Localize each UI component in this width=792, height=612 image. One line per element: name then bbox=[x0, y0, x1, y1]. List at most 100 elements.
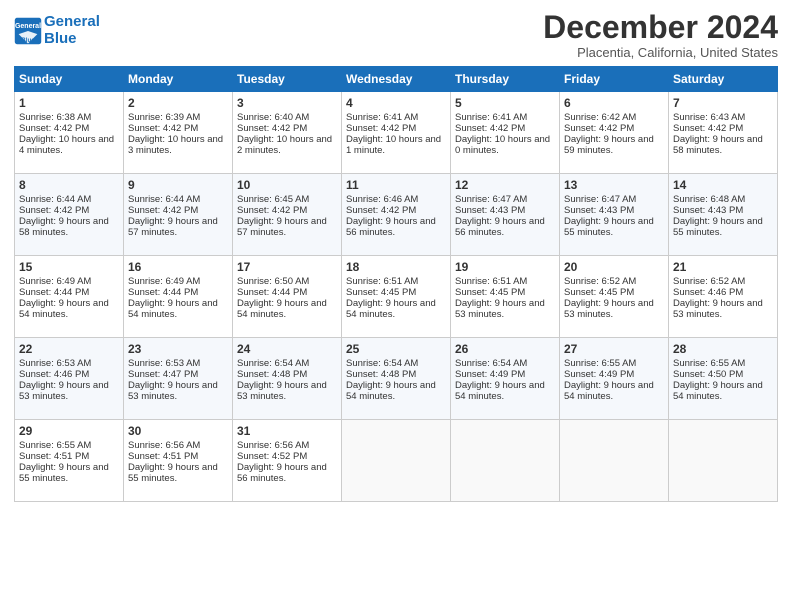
logo-line2: Blue bbox=[44, 30, 77, 47]
calendar-cell bbox=[560, 420, 669, 502]
calendar-cell: 10Sunrise: 6:45 AMSunset: 4:42 PMDayligh… bbox=[233, 174, 342, 256]
daylight-text: Daylight: 9 hours and 53 minutes. bbox=[564, 298, 654, 320]
calendar-cell: 27Sunrise: 6:55 AMSunset: 4:49 PMDayligh… bbox=[560, 338, 669, 420]
sunset-text: Sunset: 4:50 PM bbox=[673, 369, 743, 380]
sunrise-text: Sunrise: 6:56 AM bbox=[237, 440, 309, 451]
svg-text:Blue: Blue bbox=[21, 36, 35, 43]
daylight-text: Daylight: 10 hours and 3 minutes. bbox=[128, 134, 223, 156]
calendar-cell: 4Sunrise: 6:41 AMSunset: 4:42 PMDaylight… bbox=[342, 92, 451, 174]
sunrise-text: Sunrise: 6:50 AM bbox=[237, 276, 309, 287]
day-number: 10 bbox=[237, 178, 337, 192]
sunrise-text: Sunrise: 6:49 AM bbox=[19, 276, 91, 287]
daylight-text: Daylight: 9 hours and 55 minutes. bbox=[673, 216, 763, 238]
daylight-text: Daylight: 9 hours and 57 minutes. bbox=[128, 216, 218, 238]
day-number: 26 bbox=[455, 342, 555, 356]
calendar-cell: 6Sunrise: 6:42 AMSunset: 4:42 PMDaylight… bbox=[560, 92, 669, 174]
calendar-cell: 24Sunrise: 6:54 AMSunset: 4:48 PMDayligh… bbox=[233, 338, 342, 420]
calendar-cell: 17Sunrise: 6:50 AMSunset: 4:44 PMDayligh… bbox=[233, 256, 342, 338]
sunrise-text: Sunrise: 6:55 AM bbox=[564, 358, 636, 369]
sunset-text: Sunset: 4:42 PM bbox=[237, 205, 307, 216]
sunset-text: Sunset: 4:42 PM bbox=[455, 123, 525, 134]
sunset-text: Sunset: 4:42 PM bbox=[237, 123, 307, 134]
calendar-cell: 13Sunrise: 6:47 AMSunset: 4:43 PMDayligh… bbox=[560, 174, 669, 256]
sunset-text: Sunset: 4:43 PM bbox=[455, 205, 525, 216]
sunset-text: Sunset: 4:47 PM bbox=[128, 369, 198, 380]
title-area: December 2024 Placentia, California, Uni… bbox=[543, 10, 778, 60]
daylight-text: Daylight: 10 hours and 1 minute. bbox=[346, 134, 441, 156]
daylight-text: Daylight: 9 hours and 53 minutes. bbox=[19, 380, 109, 402]
day-number: 3 bbox=[237, 96, 337, 110]
daylight-text: Daylight: 9 hours and 59 minutes. bbox=[564, 134, 654, 156]
sunrise-text: Sunrise: 6:53 AM bbox=[128, 358, 200, 369]
day-number: 18 bbox=[346, 260, 446, 274]
calendar-cell: 26Sunrise: 6:54 AMSunset: 4:49 PMDayligh… bbox=[451, 338, 560, 420]
calendar-cell: 12Sunrise: 6:47 AMSunset: 4:43 PMDayligh… bbox=[451, 174, 560, 256]
calendar-page: General Blue General Blue December 2024 … bbox=[0, 0, 792, 612]
sunrise-text: Sunrise: 6:54 AM bbox=[346, 358, 418, 369]
daylight-text: Daylight: 9 hours and 54 minutes. bbox=[237, 298, 327, 320]
daylight-text: Daylight: 9 hours and 54 minutes. bbox=[128, 298, 218, 320]
daylight-text: Daylight: 9 hours and 54 minutes. bbox=[455, 380, 545, 402]
sunset-text: Sunset: 4:42 PM bbox=[128, 123, 198, 134]
sunrise-text: Sunrise: 6:43 AM bbox=[673, 112, 745, 123]
calendar-cell bbox=[669, 420, 778, 502]
daylight-text: Daylight: 10 hours and 2 minutes. bbox=[237, 134, 332, 156]
logo: General Blue General Blue bbox=[14, 14, 100, 47]
daylight-text: Daylight: 9 hours and 53 minutes. bbox=[455, 298, 545, 320]
sunset-text: Sunset: 4:48 PM bbox=[237, 369, 307, 380]
day-number: 29 bbox=[19, 424, 119, 438]
sunset-text: Sunset: 4:46 PM bbox=[673, 287, 743, 298]
daylight-text: Daylight: 10 hours and 0 minutes. bbox=[455, 134, 550, 156]
daylight-text: Daylight: 9 hours and 55 minutes. bbox=[564, 216, 654, 238]
daylight-text: Daylight: 9 hours and 54 minutes. bbox=[346, 298, 436, 320]
sunrise-text: Sunrise: 6:39 AM bbox=[128, 112, 200, 123]
col-header-friday: Friday bbox=[560, 67, 669, 92]
col-header-tuesday: Tuesday bbox=[233, 67, 342, 92]
daylight-text: Daylight: 9 hours and 56 minutes. bbox=[237, 462, 327, 484]
day-number: 14 bbox=[673, 178, 773, 192]
daylight-text: Daylight: 10 hours and 4 minutes. bbox=[19, 134, 114, 156]
calendar-table: SundayMondayTuesdayWednesdayThursdayFrid… bbox=[14, 66, 778, 502]
col-header-thursday: Thursday bbox=[451, 67, 560, 92]
calendar-cell: 1Sunrise: 6:38 AMSunset: 4:42 PMDaylight… bbox=[15, 92, 124, 174]
daylight-text: Daylight: 9 hours and 56 minutes. bbox=[455, 216, 545, 238]
day-number: 7 bbox=[673, 96, 773, 110]
daylight-text: Daylight: 9 hours and 54 minutes. bbox=[673, 380, 763, 402]
calendar-cell: 20Sunrise: 6:52 AMSunset: 4:45 PMDayligh… bbox=[560, 256, 669, 338]
sunrise-text: Sunrise: 6:51 AM bbox=[455, 276, 527, 287]
daylight-text: Daylight: 9 hours and 53 minutes. bbox=[673, 298, 763, 320]
day-number: 2 bbox=[128, 96, 228, 110]
sunrise-text: Sunrise: 6:47 AM bbox=[564, 194, 636, 205]
calendar-cell: 14Sunrise: 6:48 AMSunset: 4:43 PMDayligh… bbox=[669, 174, 778, 256]
day-number: 21 bbox=[673, 260, 773, 274]
calendar-cell: 30Sunrise: 6:56 AMSunset: 4:51 PMDayligh… bbox=[124, 420, 233, 502]
location: Placentia, California, United States bbox=[543, 45, 778, 60]
sunrise-text: Sunrise: 6:56 AM bbox=[128, 440, 200, 451]
day-number: 1 bbox=[19, 96, 119, 110]
calendar-cell: 23Sunrise: 6:53 AMSunset: 4:47 PMDayligh… bbox=[124, 338, 233, 420]
calendar-cell: 18Sunrise: 6:51 AMSunset: 4:45 PMDayligh… bbox=[342, 256, 451, 338]
month-title: December 2024 bbox=[543, 10, 778, 45]
day-number: 12 bbox=[455, 178, 555, 192]
logo-line1: General bbox=[44, 13, 100, 30]
sunrise-text: Sunrise: 6:54 AM bbox=[237, 358, 309, 369]
daylight-text: Daylight: 9 hours and 55 minutes. bbox=[128, 462, 218, 484]
day-number: 24 bbox=[237, 342, 337, 356]
sunrise-text: Sunrise: 6:41 AM bbox=[455, 112, 527, 123]
sunrise-text: Sunrise: 6:41 AM bbox=[346, 112, 418, 123]
sunrise-text: Sunrise: 6:49 AM bbox=[128, 276, 200, 287]
sunset-text: Sunset: 4:42 PM bbox=[19, 123, 89, 134]
col-header-sunday: Sunday bbox=[15, 67, 124, 92]
day-number: 25 bbox=[346, 342, 446, 356]
day-number: 15 bbox=[19, 260, 119, 274]
sunrise-text: Sunrise: 6:55 AM bbox=[673, 358, 745, 369]
calendar-cell: 7Sunrise: 6:43 AMSunset: 4:42 PMDaylight… bbox=[669, 92, 778, 174]
sunset-text: Sunset: 4:46 PM bbox=[19, 369, 89, 380]
col-header-wednesday: Wednesday bbox=[342, 67, 451, 92]
daylight-text: Daylight: 9 hours and 54 minutes. bbox=[19, 298, 109, 320]
sunset-text: Sunset: 4:44 PM bbox=[128, 287, 198, 298]
daylight-text: Daylight: 9 hours and 56 minutes. bbox=[346, 216, 436, 238]
sunrise-text: Sunrise: 6:44 AM bbox=[128, 194, 200, 205]
day-number: 31 bbox=[237, 424, 337, 438]
day-number: 13 bbox=[564, 178, 664, 192]
